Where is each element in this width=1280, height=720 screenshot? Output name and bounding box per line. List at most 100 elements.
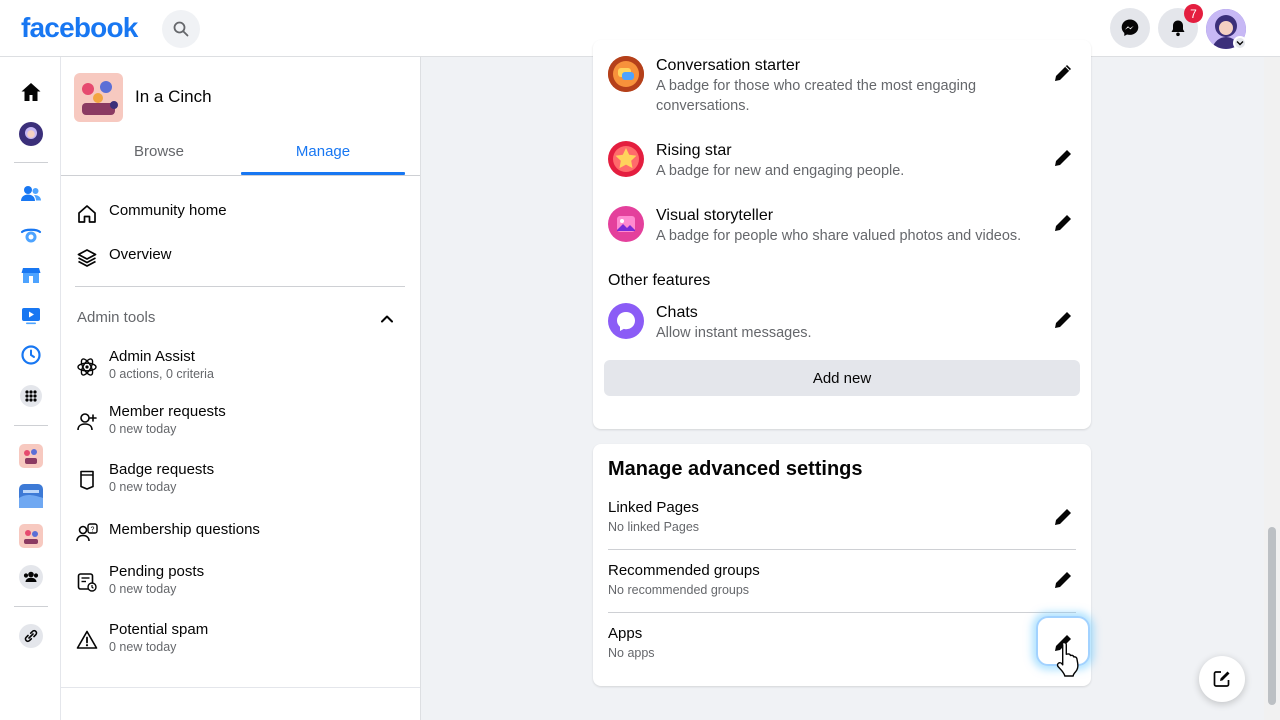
pencil-icon: [1055, 312, 1071, 328]
tab-manage[interactable]: Manage: [241, 143, 405, 175]
groups-icon[interactable]: [16, 562, 46, 592]
section-divider: [75, 286, 405, 287]
messenger-icon: [1121, 19, 1139, 36]
groups-feed-icon[interactable]: [16, 220, 46, 250]
sidebar-item-label: Potential spam: [109, 621, 209, 638]
group-shortcut-2[interactable]: [16, 481, 46, 511]
group-admin-sidebar: In a Cinch Browse Manage Community home …: [61, 57, 421, 720]
visual-storyteller-badge-icon: [608, 206, 644, 242]
sidebar-item-label: Member requests: [109, 403, 226, 420]
setting-linked-pages: Linked Pages No linked Pages: [608, 498, 699, 536]
sidebar-item-badge-requests[interactable]: Badge requests 0 new today: [75, 460, 214, 496]
admin-tools-heading: Admin tools: [77, 309, 156, 326]
sidebar-item-sublabel: 0 new today: [109, 582, 177, 596]
badge-description: A badge for people who share valued phot…: [656, 228, 1022, 244]
link-icon[interactable]: [16, 621, 46, 651]
setting-label: Linked Pages: [608, 499, 699, 516]
pencil-icon: [1055, 150, 1071, 166]
new-message-button[interactable]: [1199, 656, 1245, 702]
pending-posts-icon: [75, 570, 99, 594]
sidebar-item-label: Membership questions: [109, 521, 260, 538]
community-features-card: Conversation starter A badge for those w…: [593, 40, 1091, 429]
chat-bubble-icon: [608, 303, 644, 339]
watch-icon[interactable]: [16, 300, 46, 330]
group-cover-thumbnail[interactable]: [74, 73, 123, 122]
row-divider: [608, 549, 1076, 550]
warning-triangle-icon: [75, 628, 99, 652]
setting-recommended-groups: Recommended groups No recommended groups: [608, 561, 760, 599]
messenger-button[interactable]: [1110, 8, 1150, 48]
edit-chats-button[interactable]: [1045, 302, 1081, 338]
rail-divider: [14, 606, 48, 607]
setting-label: Recommended groups: [608, 562, 760, 579]
marketplace-icon[interactable]: [16, 260, 46, 290]
row-divider: [608, 612, 1076, 613]
edit-conversation-starter-button[interactable]: [1045, 55, 1081, 91]
setting-sublabel: No apps: [608, 646, 655, 660]
home-outline-icon: [75, 202, 99, 226]
sidebar-item-membership-questions[interactable]: ? Membership questions: [75, 520, 260, 545]
menu-grid-icon[interactable]: [16, 381, 46, 411]
page-scrollbar[interactable]: [1264, 57, 1280, 720]
group-name[interactable]: In a Cinch: [135, 87, 212, 107]
collapse-admin-tools-button[interactable]: [375, 307, 399, 331]
profile-rail-avatar[interactable]: [16, 119, 46, 149]
add-person-icon: [75, 410, 99, 434]
tab-browse[interactable]: Browse: [121, 143, 197, 175]
home-icon[interactable]: [16, 77, 46, 107]
sidebar-item-sublabel: 0 actions, 0 criteria: [109, 367, 214, 381]
badge-visual-storyteller: Visual storyteller A badge for people wh…: [608, 206, 1046, 246]
advanced-settings-card: Manage advanced settings Linked Pages No…: [593, 444, 1091, 686]
sidebar-item-potential-spam[interactable]: Potential spam 0 new today: [75, 620, 208, 656]
edit-rising-star-button[interactable]: [1045, 140, 1081, 176]
badge-shield-icon: [75, 468, 99, 492]
tabs-divider: [61, 175, 420, 176]
left-icon-rail: [0, 57, 61, 720]
add-new-button[interactable]: Add new: [604, 360, 1080, 396]
search-icon: [173, 21, 189, 37]
scrollbar-thumb[interactable]: [1268, 527, 1276, 705]
edit-recommended-groups-button[interactable]: [1045, 562, 1081, 598]
rail-divider: [14, 162, 48, 163]
setting-sublabel: No linked Pages: [608, 520, 700, 534]
badge-title: Rising star: [656, 142, 732, 159]
badge-rising-star: Rising star A badge for new and engaging…: [608, 141, 1046, 181]
badge-conversation-starter: Conversation starter A badge for those w…: [608, 56, 1046, 116]
notification-count-badge: 7: [1184, 4, 1203, 23]
badge-description: A badge for those who created the most e…: [656, 78, 977, 114]
setting-apps: Apps No apps: [608, 624, 655, 662]
feature-description: Allow instant messages.: [656, 325, 812, 341]
edit-linked-pages-button[interactable]: [1045, 499, 1081, 535]
pencil-icon: [1055, 65, 1071, 81]
feature-chats: Chats Allow instant messages.: [608, 303, 1046, 343]
sidebar-item-community-home[interactable]: Community home: [75, 201, 227, 226]
layers-icon: [75, 246, 99, 270]
group-shortcut-in-a-cinch[interactable]: [16, 441, 46, 471]
setting-sublabel: No recommended groups: [608, 583, 750, 597]
memories-clock-icon[interactable]: [16, 340, 46, 370]
friends-icon[interactable]: [16, 179, 46, 209]
svg-text:?: ?: [91, 527, 95, 534]
chevron-up-icon: [381, 315, 393, 323]
feature-title: Chats: [656, 304, 698, 321]
sidebar-item-label: Pending posts: [109, 563, 205, 580]
sidebar-item-label: Overview: [109, 246, 172, 263]
facebook-logo[interactable]: facebook: [21, 12, 138, 44]
rail-divider: [14, 425, 48, 426]
person-question-icon: ?: [75, 521, 99, 545]
hand-cursor-icon: [1056, 640, 1082, 683]
sidebar-item-pending-posts[interactable]: Pending posts 0 new today: [75, 562, 204, 598]
account-menu-chevron-icon[interactable]: [1233, 36, 1247, 50]
sidebar-item-member-requests[interactable]: Member requests 0 new today: [75, 402, 226, 438]
search-button[interactable]: [162, 10, 200, 48]
badge-title: Visual storyteller: [656, 207, 774, 224]
conversation-starter-badge-icon: [608, 56, 644, 92]
badge-title: Conversation starter: [656, 57, 801, 74]
sidebar-item-admin-assist[interactable]: Admin Assist 0 actions, 0 criteria: [75, 347, 214, 383]
group-shortcut-3[interactable]: [16, 521, 46, 551]
sidebar-item-label: Community home: [109, 202, 227, 219]
edit-visual-storyteller-button[interactable]: [1045, 205, 1081, 241]
sidebar-item-sublabel: 0 new today: [109, 422, 177, 436]
bell-icon: [1171, 20, 1185, 37]
sidebar-item-overview[interactable]: Overview: [75, 245, 172, 270]
